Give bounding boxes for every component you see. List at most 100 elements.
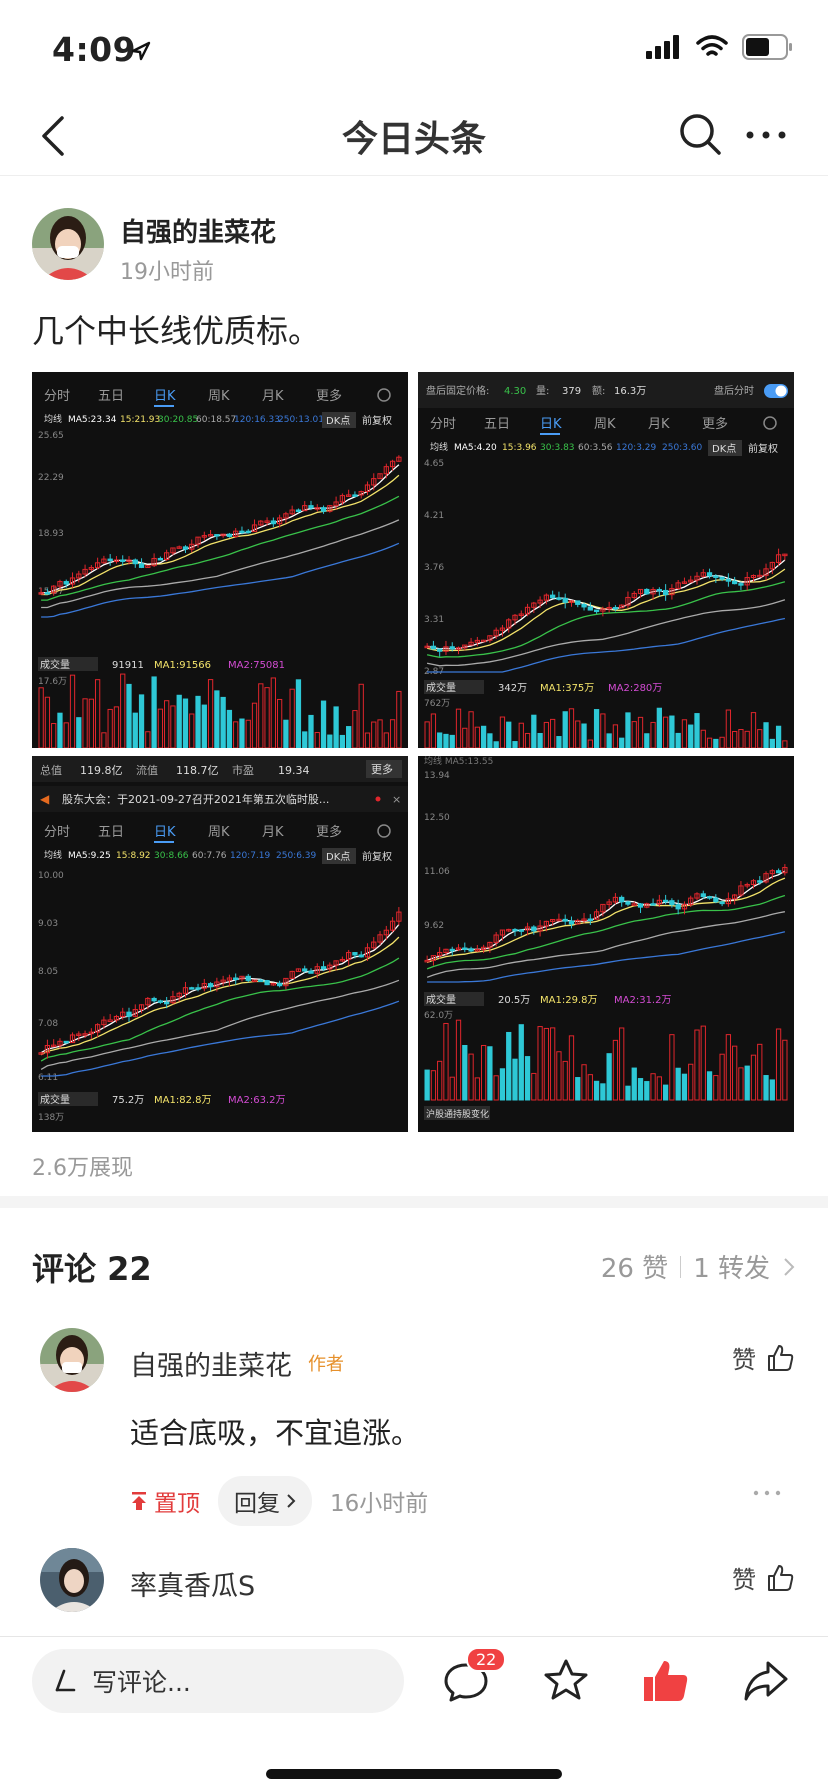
- volume-bar: [694, 713, 700, 748]
- market-cap-label: 总值: [40, 763, 62, 777]
- volume-bar: [327, 734, 333, 748]
- share-arrow-icon[interactable]: [740, 1655, 792, 1707]
- ma250-value: 250:3.60: [662, 443, 703, 453]
- more-options-icon[interactable]: [744, 120, 788, 150]
- candle-body: [295, 509, 302, 513]
- volume-bar: [675, 732, 681, 748]
- volume-bar: [283, 719, 289, 748]
- candle-body: [132, 559, 138, 565]
- volume-bar: [543, 721, 550, 748]
- close-icon[interactable]: ×: [392, 793, 401, 806]
- commenter-avatar[interactable]: [40, 1548, 104, 1612]
- volume-bar: [126, 683, 132, 748]
- fq-label[interactable]: 前复权: [362, 850, 392, 863]
- ma250-value: 250:13.01: [278, 415, 324, 425]
- settings-icon[interactable]: [377, 824, 391, 838]
- search-icon[interactable]: [676, 110, 724, 158]
- volume-bar: [195, 695, 201, 748]
- volume-ma1: MA1:91566: [154, 660, 211, 671]
- stock-chart-image-2[interactable]: 盘后固定价格: 4.30 量: 379 额: 16.3万 盘后分时 分时 五日 …: [418, 372, 794, 748]
- stock-chart-image-4[interactable]: 均线 MA5:13.55 13.94 12.50 11.06 9.62 成交量 …: [418, 756, 794, 1132]
- northbound-label[interactable]: 沪股通持股变化: [426, 1108, 489, 1120]
- volume-bar: [662, 716, 669, 748]
- like-thumb-icon[interactable]: [640, 1655, 692, 1707]
- volume-bar: [201, 704, 207, 748]
- comment-like-button[interactable]: 赞: [732, 1340, 796, 1375]
- commenter-name[interactable]: 自强的韭菜花: [130, 1344, 292, 1383]
- chevron-right-icon: [287, 1494, 296, 1508]
- volume-bars: [424, 1019, 788, 1101]
- candle-body: [120, 559, 126, 562]
- volume-bar: [69, 674, 76, 748]
- candle-body: [264, 980, 270, 986]
- volume-bar: [107, 708, 113, 748]
- share-count[interactable]: 1 转发: [693, 1248, 770, 1285]
- comment-text: 适合底吸，不宜追涨。: [130, 1416, 421, 1450]
- candle-body: [556, 597, 562, 600]
- volume-bar: [132, 712, 138, 748]
- volume-bar: [656, 1076, 662, 1101]
- comment-more-icon[interactable]: [752, 1488, 782, 1498]
- volume-bar: [518, 722, 524, 748]
- moving-average-line: [41, 519, 400, 609]
- notice-text[interactable]: 股东大会：于2021-09-27召开2021年第五次临时股...: [62, 792, 329, 806]
- post-image-grid: 分时 五日 日K 周K 月K 更多 均线 MA5:23.34 15:21.93 …: [32, 372, 794, 1132]
- volume-bar: [524, 1056, 531, 1101]
- commenter-name[interactable]: 率真香瓜S: [130, 1564, 255, 1603]
- volume-bar: [258, 683, 264, 748]
- amount-value: 16.3万: [614, 386, 646, 397]
- comments-stats[interactable]: 26 赞 1 转发: [601, 1248, 796, 1285]
- candle-body: [157, 1000, 164, 1003]
- candle-body: [245, 975, 251, 981]
- candle-body: [352, 494, 358, 497]
- candle-body: [662, 589, 669, 596]
- volume-bar: [449, 734, 455, 748]
- float-cap-value: 118.7亿: [176, 764, 219, 777]
- stock-chart-image-1[interactable]: 分时 五日 日K 周K 月K 更多 均线 MA5:23.34 15:21.93 …: [32, 372, 408, 748]
- volume-bar: [474, 1077, 480, 1101]
- comment-like-button[interactable]: 赞: [732, 1560, 796, 1595]
- pe-label: 市盈: [232, 763, 254, 777]
- settings-icon[interactable]: [377, 388, 391, 402]
- commenter-avatar[interactable]: [40, 1328, 104, 1392]
- ma60-value: 60:18.57: [196, 415, 236, 425]
- volume-bar: [76, 717, 82, 748]
- fq-label[interactable]: 前复权: [362, 414, 392, 427]
- settings-icon[interactable]: [763, 416, 777, 430]
- favorite-star-icon[interactable]: [540, 1655, 592, 1707]
- candle-body: [562, 918, 568, 922]
- y-tick-label: 12.50: [424, 813, 450, 823]
- chart-2-svg: 盘后固定价格: 4.30 量: 379 额: 16.3万 盘后分时 分时 五日 …: [418, 372, 794, 748]
- author-name[interactable]: 自强的韭菜花: [120, 212, 276, 249]
- volume-bar: [644, 1081, 650, 1101]
- volume-value: 20.5万: [498, 995, 530, 1006]
- battery-icon: [742, 34, 792, 60]
- candle-body: [550, 594, 556, 599]
- thumbs-up-icon: [768, 1564, 794, 1591]
- volume-ma2: MA2:63.2万: [228, 1095, 285, 1106]
- volume-bar: [276, 698, 283, 748]
- volume-bar: [455, 708, 462, 748]
- like-count[interactable]: 26 赞: [601, 1248, 668, 1285]
- volume-bar: [462, 727, 468, 748]
- fq-label[interactable]: 前复权: [748, 442, 778, 455]
- volume-bar: [371, 721, 377, 748]
- stock-chart-image-3[interactable]: 总值 119.8亿 流值 118.7亿 市盈 19.34 更多 ◀ 股东大会：于…: [32, 756, 408, 1132]
- write-comment-input[interactable]: 写评论...: [32, 1649, 404, 1713]
- volume-bar: [763, 722, 769, 748]
- volume-bar: [474, 726, 480, 748]
- cellular-signal-icon: [646, 35, 679, 59]
- volume-bar: [581, 1064, 587, 1101]
- candlestick-series: [424, 864, 788, 983]
- tab-label: 五日: [98, 825, 124, 840]
- wifi-icon: [696, 35, 728, 56]
- author-avatar[interactable]: [32, 208, 104, 280]
- reply-button[interactable]: 回复: [218, 1476, 312, 1526]
- candle-body: [706, 572, 713, 577]
- ma60-value: 60:7.76: [192, 851, 227, 861]
- status-bar: 4:09: [0, 0, 828, 96]
- volume-value: 379: [562, 386, 581, 397]
- volume-bar: [88, 698, 94, 748]
- volume-bar: [531, 1072, 537, 1101]
- ma120-value: 120:3.29: [616, 443, 657, 453]
